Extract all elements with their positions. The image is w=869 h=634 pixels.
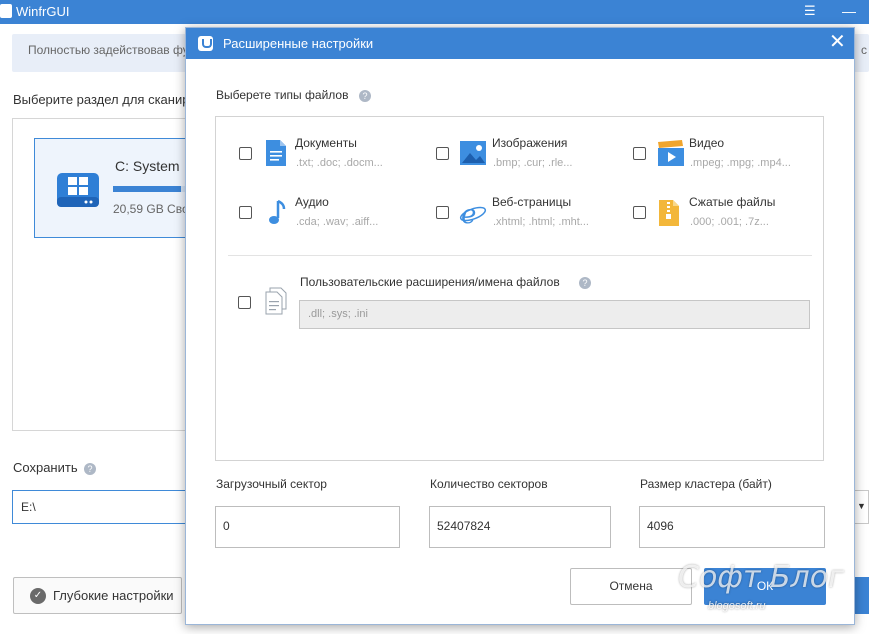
banner-text: Полностью задействовав фу <box>28 43 189 57</box>
chevron-down-icon: ▼ <box>857 501 866 511</box>
file-type-ext: .cda; .wav; .aiff... <box>296 216 379 228</box>
dialog-header: Расширенные настройки ✕ <box>186 28 854 59</box>
checkbox-video[interactable] <box>633 147 646 160</box>
save-help-icon[interactable]: ? <box>84 463 96 475</box>
file-type-name: Изображения <box>492 136 568 150</box>
sector-count-input[interactable]: 52407824 <box>429 506 611 548</box>
custom-extensions-input[interactable]: .dll; .sys; .ini <box>299 300 810 329</box>
file-types-help-icon[interactable]: ? <box>359 90 371 102</box>
close-icon[interactable]: ✕ <box>829 32 846 52</box>
drive-name: C: System <box>115 158 180 174</box>
file-types-title: Выберете типы файлов <box>216 88 349 102</box>
save-path-value: E:\ <box>21 500 36 514</box>
checkbox-documents[interactable] <box>239 147 252 160</box>
custom-extensions-label: Пользовательские расширения/имена файлов <box>300 275 560 289</box>
files-icon <box>265 287 287 315</box>
file-type-ext: .txt; .doc; .docm... <box>296 157 383 169</box>
deep-settings-label: Глубокие настройки <box>53 588 174 603</box>
windows-drive-icon <box>57 173 99 207</box>
sector-count-label: Количество секторов <box>430 477 548 491</box>
drive-usage-bar <box>113 186 193 192</box>
app-title: WinfrGUI <box>16 4 70 19</box>
custom-extensions-placeholder: .dll; .sys; .ini <box>308 308 368 320</box>
video-icon <box>658 140 684 166</box>
file-type-name: Видео <box>689 136 725 150</box>
boot-sector-value: 0 <box>223 519 230 533</box>
app-logo-icon <box>0 4 12 18</box>
file-type-ext: .mpeg; .mpg; .mp4... <box>690 157 791 169</box>
cluster-size-value: 4096 <box>647 519 674 533</box>
file-type-ext: .bmp; .cur; .rle... <box>493 157 573 169</box>
dialog-title: Расширенные настройки <box>223 36 374 51</box>
divider <box>228 255 812 256</box>
scan-button-edge[interactable] <box>855 577 869 614</box>
ok-button[interactable]: ОК <box>704 568 826 605</box>
check-circle-icon: ✓ <box>30 588 46 604</box>
checkbox-images[interactable] <box>436 147 449 160</box>
drive-size: 20,59 GB Своб <box>113 202 193 216</box>
browser-icon: e <box>459 200 487 227</box>
save-label: Сохранить <box>13 460 78 475</box>
boot-sector-label: Загрузочный сектор <box>216 477 327 491</box>
hamburger-icon[interactable]: ☰ <box>804 4 818 17</box>
file-type-name: Сжатые файлы <box>689 195 776 209</box>
minimize-icon[interactable]: — <box>842 4 856 18</box>
sector-count-value: 52407824 <box>437 519 491 533</box>
dialog-logo-icon <box>198 36 213 51</box>
music-note-icon <box>269 199 286 224</box>
file-type-ext: .xhtml; .html; .mht... <box>493 216 589 228</box>
file-type-name: Аудио <box>295 195 329 209</box>
checkbox-web-pages[interactable] <box>436 206 449 219</box>
checkbox-custom-extensions[interactable] <box>238 296 251 309</box>
advanced-settings-dialog: Расширенные настройки ✕ Выберете типы фа… <box>185 27 855 625</box>
cluster-size-input[interactable]: 4096 <box>639 506 825 548</box>
checkbox-audio[interactable] <box>239 206 252 219</box>
archive-icon <box>659 200 679 226</box>
cancel-button[interactable]: Отмена <box>570 568 692 605</box>
custom-extensions-help-icon[interactable]: ? <box>579 277 591 289</box>
drive-card-c[interactable]: C: System 20,59 GB Своб <box>34 138 194 238</box>
file-type-ext: .000; .001; .7z... <box>690 216 769 228</box>
image-icon <box>460 141 486 165</box>
document-icon <box>266 140 286 166</box>
deep-settings-button[interactable]: ✓ Глубокие настройки <box>13 577 182 614</box>
save-path-input[interactable]: E:\ <box>12 490 192 524</box>
cluster-size-label: Размер кластера (байт) <box>640 477 772 491</box>
file-type-name: Документы <box>295 136 357 150</box>
banner-text-tail: с <box>861 43 867 57</box>
partition-section-label: Выберите раздел для сканиро <box>13 92 197 107</box>
file-type-name: Веб-страницы <box>492 195 572 209</box>
app-titlebar: WinfrGUI ☰ — <box>0 0 869 24</box>
checkbox-archives[interactable] <box>633 206 646 219</box>
boot-sector-input[interactable]: 0 <box>215 506 400 548</box>
